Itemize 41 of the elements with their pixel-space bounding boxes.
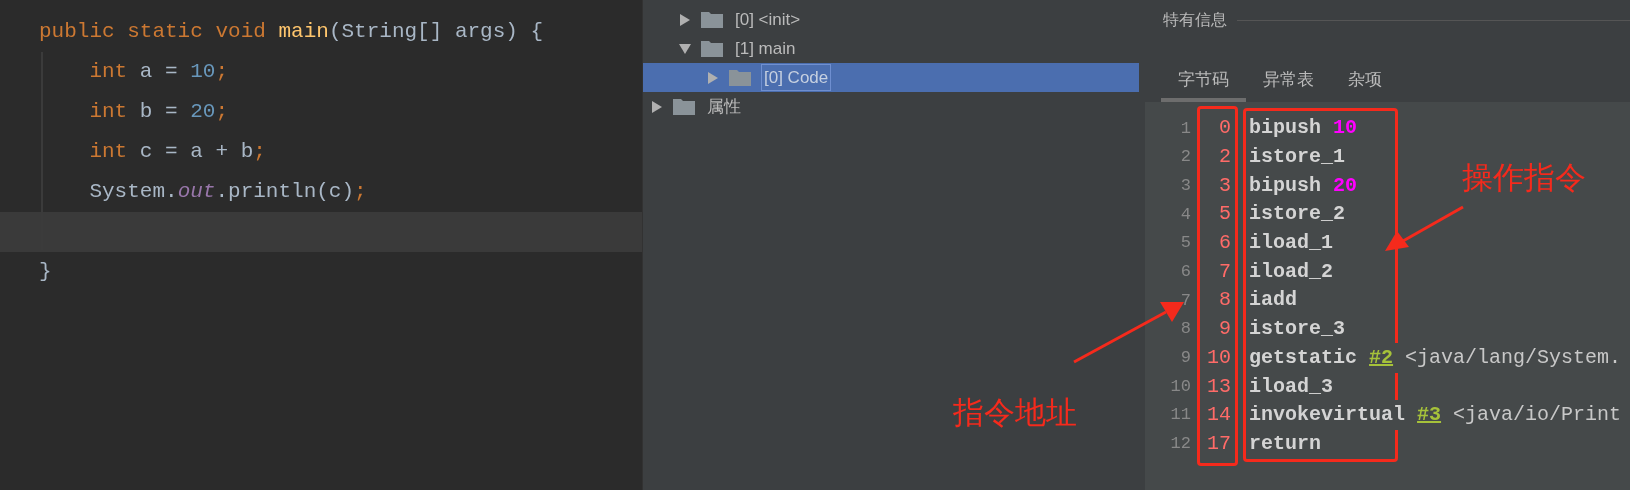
section-title: 特有信息 [1163,10,1227,30]
tab[interactable]: 异常表 [1246,62,1331,102]
caret-right-icon[interactable] [679,13,691,26]
line-number: 2 [1179,146,1191,169]
tab[interactable]: 杂项 [1331,62,1399,102]
line-number: 9 [1179,347,1191,370]
line-number: 11 [1169,404,1191,427]
tree-item[interactable]: [1] main [643,34,1139,63]
line-number: 1 [1179,117,1191,140]
line-number: 5 [1179,232,1191,255]
instruction-address: 6 [1218,230,1232,257]
annotation-label: 操作指令 [1462,159,1586,197]
instruction-address: 17 [1206,430,1232,457]
caret-down-icon[interactable] [679,42,691,55]
instruction-address: 9 [1218,316,1232,343]
instruction-address: 0 [1218,115,1232,142]
caret-right-icon[interactable] [651,100,663,113]
instruction-address: 14 [1206,402,1232,429]
instruction-address: 5 [1218,201,1232,228]
tree-item[interactable]: [0] <init> [643,5,1139,34]
line-number: 7 [1179,289,1191,312]
instruction-address: 7 [1218,258,1232,285]
line-number: 8 [1179,318,1191,341]
line-number: 4 [1179,203,1191,226]
tree-item[interactable]: 属性 [643,92,1139,121]
instruction-address: 2 [1218,144,1232,171]
tree-item[interactable]: [0] Code [643,63,1139,92]
folder-icon [729,69,751,86]
line-number: 3 [1179,174,1191,197]
instruction-address: 3 [1218,172,1232,199]
bytecode-instruction: invokevirtual #3 <java/io/Print [1249,400,1622,431]
instruction-address: 13 [1206,373,1232,400]
instruction-address: 10 [1206,344,1232,371]
line-number: 6 [1179,261,1191,284]
line-number: 10 [1169,375,1191,398]
folder-icon [701,40,723,57]
instruction-address: 8 [1218,287,1232,314]
folder-icon [701,11,723,28]
annotation-label: 指令地址 [953,394,1077,432]
line-number: 12 [1169,433,1191,456]
folder-icon [673,98,695,115]
